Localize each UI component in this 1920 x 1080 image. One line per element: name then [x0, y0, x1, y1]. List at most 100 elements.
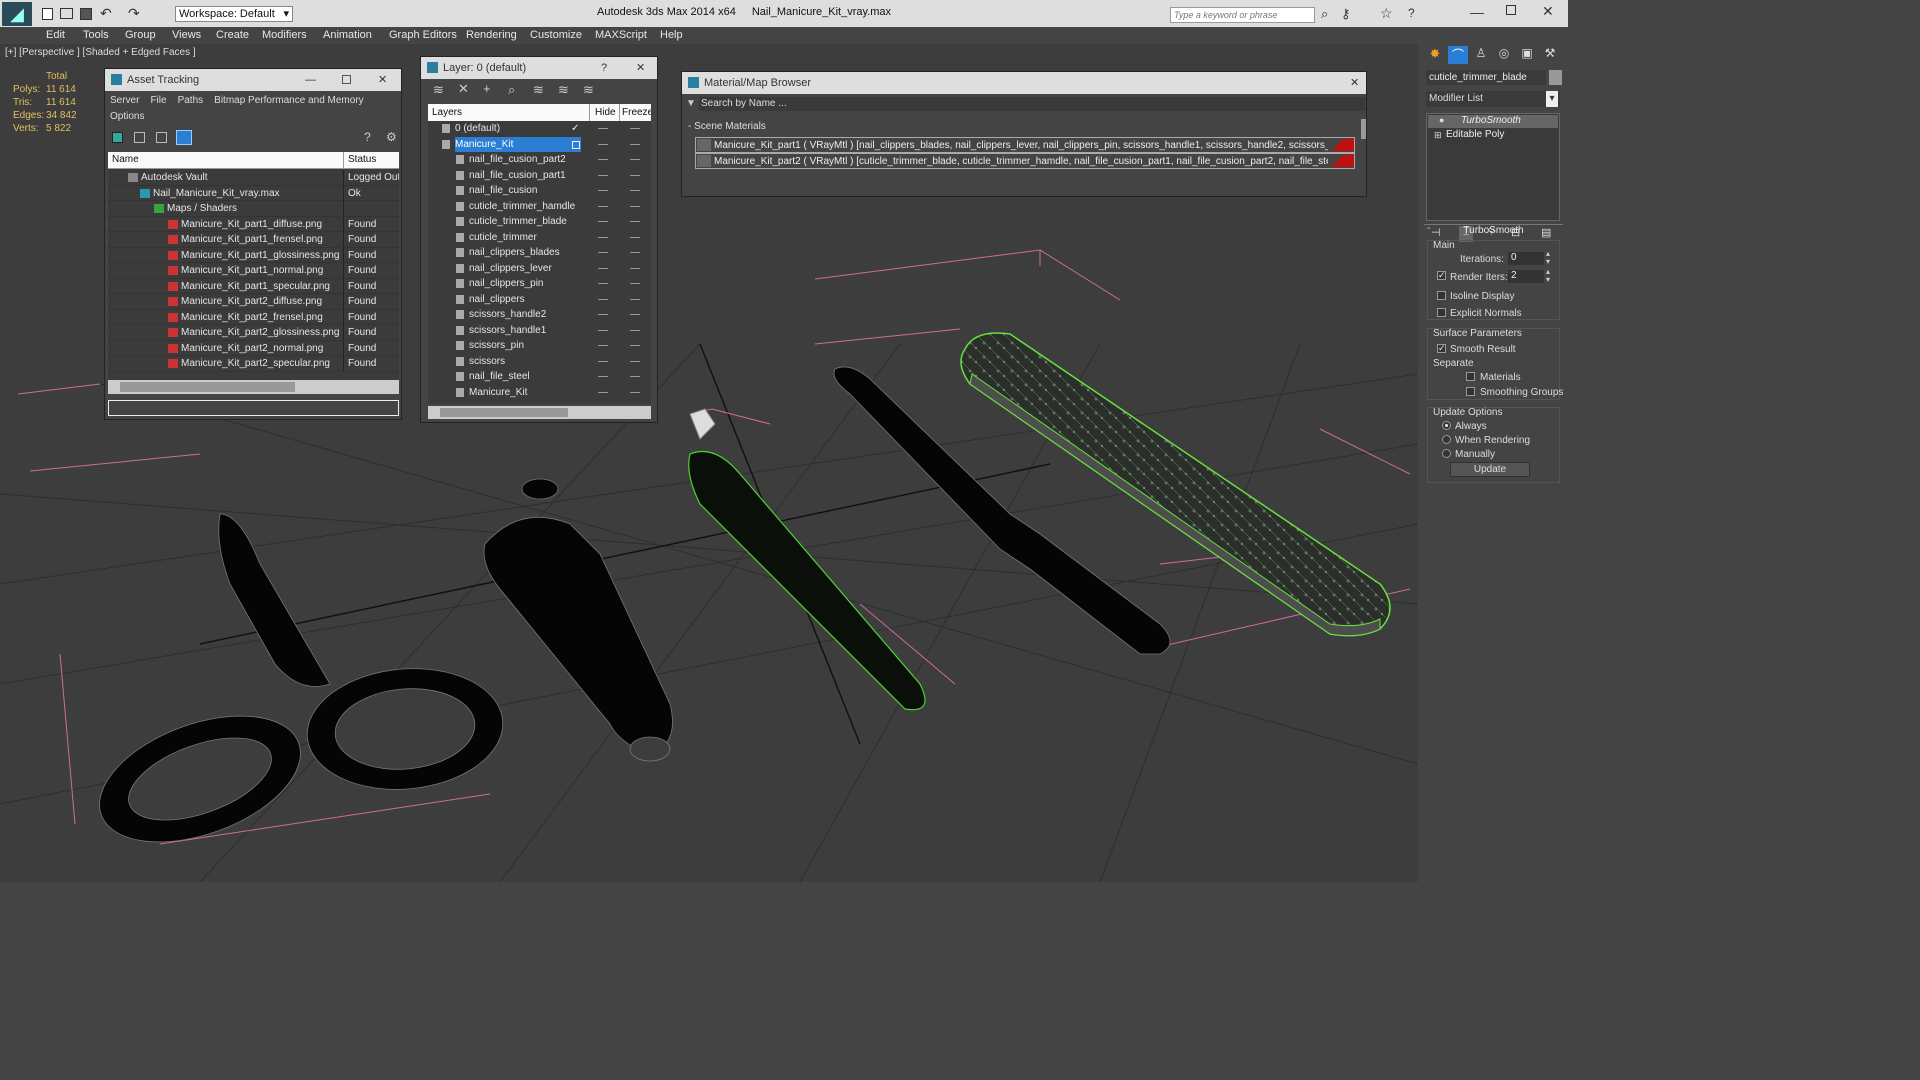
hide-toggle[interactable] [598, 190, 608, 191]
new-layer-icon[interactable]: ≋ [433, 82, 444, 98]
layer-row[interactable]: scissors [428, 354, 651, 370]
smooth-result-checkbox[interactable]: ✓ [1437, 344, 1446, 353]
explicit-normals-checkbox[interactable] [1437, 308, 1446, 317]
freeze-all-icon[interactable]: ≋ [583, 82, 594, 98]
table-row[interactable]: Manicure_Kit_part1_normal.png Found [108, 263, 399, 279]
hide-toggle[interactable] [598, 298, 608, 300]
asset-scrollbar[interactable] [108, 380, 399, 394]
stack-item-turbosmooth[interactable]: TurboSmooth [1428, 115, 1558, 128]
layer-row[interactable]: scissors_handle1 [428, 323, 651, 339]
layer-row[interactable]: cuticle_trimmer_blade [428, 214, 651, 230]
settings-icon[interactable]: ⚙ [386, 130, 397, 144]
help-icon[interactable]: ? [364, 130, 371, 144]
table-row[interactable]: Manicure_Kit_part2_frensel.png Found [108, 309, 399, 325]
freeze-toggle[interactable] [630, 376, 640, 377]
layer-row[interactable]: scissors_pin [428, 338, 651, 354]
menu-rendering[interactable]: Rendering [466, 27, 517, 44]
asset-tracking-titlebar[interactable]: Asset Tracking — ✕ [105, 69, 401, 91]
hide-toggle[interactable] [598, 314, 608, 315]
table-row[interactable]: Maps / Shaders [108, 201, 399, 217]
display-tab-icon[interactable]: ▣ [1517, 46, 1537, 64]
close-button[interactable]: ✕ [1350, 72, 1359, 94]
rollout-collapse-icon[interactable]: - [1427, 223, 1430, 234]
key-icon[interactable]: ⚷ [1341, 6, 1351, 22]
hide-toggle[interactable] [598, 283, 608, 284]
close-button[interactable]: ✕ [636, 57, 645, 79]
table-row[interactable]: Manicure_Kit_part2_specular.png Found [108, 356, 399, 372]
layer-row[interactable]: 0 (default) ✓ [428, 121, 651, 137]
column-status[interactable]: Status [348, 154, 376, 165]
column-layers[interactable]: Layers [432, 107, 462, 118]
refresh-icon[interactable] [112, 132, 123, 143]
menu-animation[interactable]: Animation [323, 27, 372, 44]
scissors-model[interactable] [83, 513, 508, 867]
close-button[interactable]: ✕ [1542, 3, 1554, 20]
object-name-field[interactable]: cuticle_trimmer_blade [1426, 70, 1546, 85]
list-view-icon[interactable] [134, 132, 145, 143]
rollout-header[interactable]: TurboSmooth [1424, 224, 1563, 237]
render-iters-checkbox[interactable]: ✓ [1437, 271, 1446, 280]
help-button[interactable]: ? [601, 57, 607, 79]
table-row[interactable]: Manicure_Kit_part1_frensel.png Found [108, 232, 399, 248]
table-row[interactable]: Manicure_Kit_part2_diffuse.png Found [108, 294, 399, 310]
freeze-toggle[interactable] [630, 283, 640, 284]
table-view-icon[interactable] [156, 132, 167, 143]
open-file-icon[interactable] [60, 8, 73, 19]
layer-row[interactable]: cuticle_trimmer [428, 230, 651, 246]
asset-menu-paths[interactable]: Paths [178, 95, 204, 106]
maximize-button[interactable] [1506, 5, 1516, 15]
asset-menu-server[interactable]: Server [110, 95, 139, 106]
motion-tab-icon[interactable]: ◎ [1494, 46, 1514, 64]
minimize-button[interactable]: — [1470, 4, 1484, 20]
freeze-toggle[interactable] [630, 236, 640, 238]
save-file-icon[interactable] [80, 8, 92, 20]
freeze-toggle[interactable] [630, 329, 640, 331]
menu-graph-editors[interactable]: Graph Editors [389, 27, 457, 44]
add-selection-icon[interactable]: + [483, 81, 491, 96]
freeze-toggle[interactable] [630, 174, 640, 176]
set-current-icon[interactable] [572, 140, 580, 149]
column-hide[interactable]: Hide [595, 107, 616, 118]
hide-toggle[interactable] [598, 236, 608, 238]
hide-toggle[interactable] [598, 391, 608, 393]
select-objects-icon[interactable]: ⌕ [508, 82, 515, 98]
create-tab-icon[interactable]: ✸ [1425, 46, 1445, 64]
nail-clippers-model[interactable] [483, 478, 673, 762]
separate-smoothing-checkbox[interactable] [1466, 387, 1475, 396]
table-row[interactable]: Manicure_Kit_part1_glossiness.png Found [108, 247, 399, 263]
hide-toggle[interactable] [598, 159, 608, 160]
object-color-swatch[interactable] [1549, 70, 1562, 85]
new-file-icon[interactable] [42, 8, 53, 20]
manually-radio[interactable] [1442, 449, 1451, 458]
mat-scrollbar[interactable] [1361, 119, 1366, 139]
iterations-spinner[interactable]: 0 [1508, 252, 1544, 265]
always-radio[interactable] [1442, 421, 1451, 430]
hide-toggle[interactable] [598, 329, 608, 331]
hide-toggle[interactable] [598, 174, 608, 176]
hide-toggle[interactable] [598, 128, 608, 129]
menu-help[interactable]: Help [660, 27, 683, 44]
utilities-tab-icon[interactable]: ⚒ [1540, 46, 1560, 64]
expand-icon[interactable]: ⊞ [1434, 130, 1442, 141]
hide-toggle[interactable] [598, 252, 608, 253]
menu-customize[interactable]: Customize [530, 27, 582, 44]
grid-view-icon[interactable] [176, 130, 192, 145]
hierarchy-tab-icon[interactable]: ♙ [1471, 46, 1491, 64]
freeze-toggle[interactable] [630, 252, 640, 253]
app-logo-icon[interactable]: ◢ [2, 2, 32, 26]
separate-materials-checkbox[interactable] [1466, 372, 1475, 381]
hide-all-icon[interactable]: ≋ [558, 82, 569, 98]
layer-titlebar[interactable]: Layer: 0 (default) ? ✕ [421, 57, 657, 79]
freeze-toggle[interactable] [630, 205, 640, 207]
bulb-icon[interactable]: ● [1439, 115, 1444, 125]
menu-create[interactable]: Create [216, 27, 249, 44]
when-rendering-radio[interactable] [1442, 435, 1451, 444]
table-row[interactable]: Manicure_Kit_part1_diffuse.png Found [108, 216, 399, 232]
layer-row[interactable]: nail_clippers [428, 292, 651, 308]
hide-toggle[interactable] [598, 205, 608, 207]
binoculars-icon[interactable]: ⌕ [1321, 6, 1328, 22]
minimize-button[interactable]: — [305, 69, 316, 91]
layer-row[interactable]: Manicure_Kit [428, 385, 651, 401]
menu-tools[interactable]: Tools [83, 27, 109, 44]
mat-options-icon[interactable]: ▼ [686, 98, 696, 109]
